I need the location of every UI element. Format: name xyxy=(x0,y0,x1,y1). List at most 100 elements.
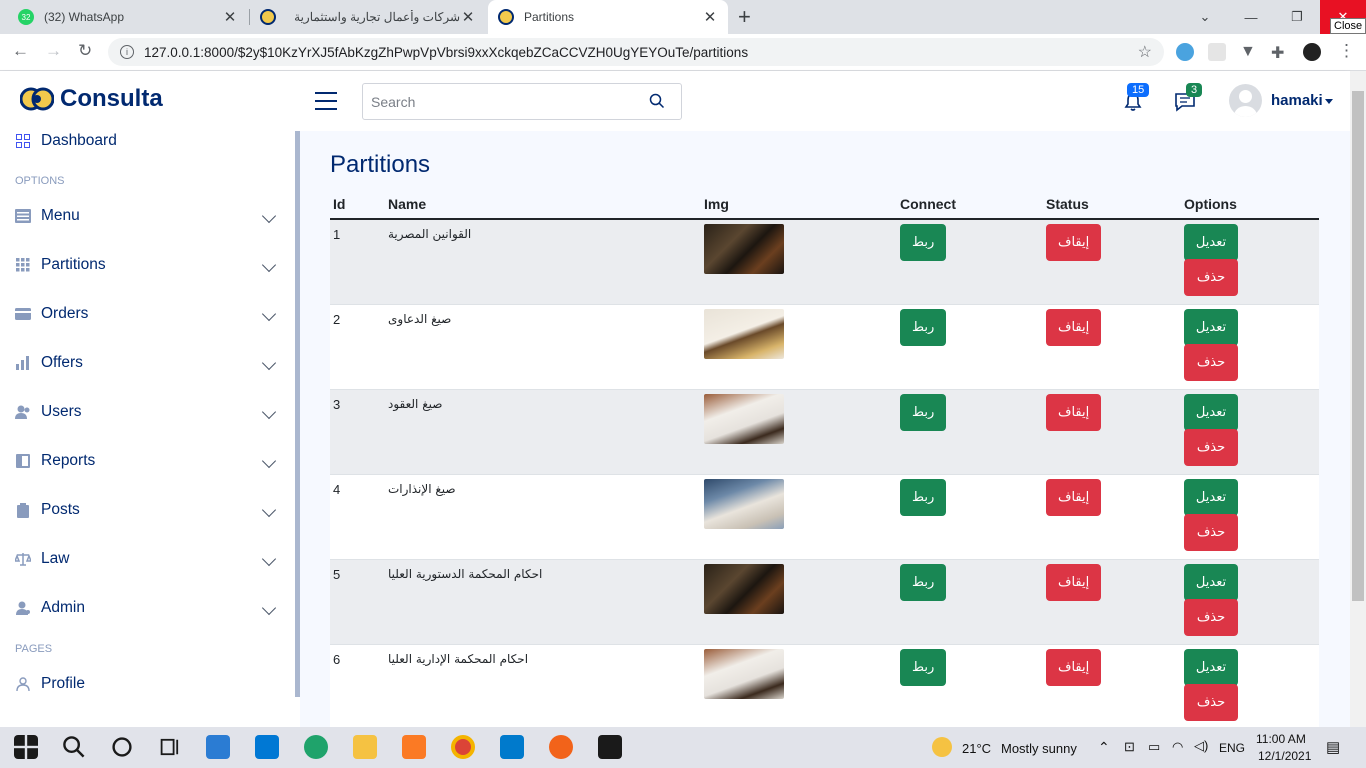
search-input[interactable] xyxy=(371,93,641,110)
app-header: Consulta 15 3 hamaki xyxy=(0,71,1350,131)
sidebar-item-users[interactable]: Users xyxy=(0,394,295,430)
sidebar-item-law[interactable]: Law xyxy=(0,541,295,577)
sidebar-item-offers[interactable]: Offers xyxy=(0,345,295,381)
edge-icon[interactable] xyxy=(304,735,328,759)
info-icon[interactable]: i xyxy=(120,45,134,59)
edit-button[interactable]: تعديل xyxy=(1184,648,1238,686)
search-icon[interactable] xyxy=(649,93,665,109)
xampp-icon[interactable] xyxy=(402,735,426,759)
reload-icon[interactable]: ↻ xyxy=(78,41,92,61)
cortana-icon[interactable] xyxy=(110,735,134,759)
sidebar-item-menu[interactable]: Menu xyxy=(0,198,295,234)
wifi-icon[interactable]: ◠ xyxy=(1172,739,1183,755)
clock-time[interactable]: 11:00 AM xyxy=(1256,732,1306,746)
cloud-extension-icon[interactable] xyxy=(1176,43,1194,61)
weather-temperature[interactable]: 21°C xyxy=(962,741,991,756)
task-view-icon[interactable] xyxy=(158,735,182,759)
stop-button[interactable]: إيقاف xyxy=(1046,308,1102,346)
file-explorer-icon[interactable] xyxy=(353,735,377,759)
delete-button[interactable]: حذف xyxy=(1184,428,1238,466)
store-icon[interactable] xyxy=(206,735,230,759)
delete-button[interactable]: حذف xyxy=(1184,513,1238,551)
terminal-icon[interactable] xyxy=(598,735,622,759)
sidebar-item-label: Profile xyxy=(41,675,85,692)
mail-icon[interactable] xyxy=(255,735,279,759)
tab-title: شركات وأعمال تجارية واستثمارية xyxy=(294,10,460,24)
connect-button[interactable]: ربط xyxy=(900,478,947,516)
caret-down-icon[interactable] xyxy=(1325,99,1333,104)
sidebar-item-admin[interactable]: Admin xyxy=(0,590,295,626)
vue-extension-icon[interactable]: ▼ xyxy=(1240,43,1258,61)
vscode-icon[interactable] xyxy=(500,735,524,759)
stop-button[interactable]: إيقاف xyxy=(1046,563,1102,601)
edit-button[interactable]: تعديل xyxy=(1184,563,1238,601)
connect-button[interactable]: ربط xyxy=(900,308,947,346)
connect-button[interactable]: ربط xyxy=(900,563,947,601)
sidebar-item-orders[interactable]: Orders xyxy=(0,296,295,332)
weather-sun-icon[interactable] xyxy=(932,737,952,757)
minimize-icon[interactable]: — xyxy=(1228,0,1274,34)
cell-img xyxy=(701,644,897,727)
network-icon[interactable]: ⊡ xyxy=(1124,739,1135,755)
hamburger-menu-icon[interactable] xyxy=(315,92,337,110)
sidebar-item-label: Orders xyxy=(41,305,89,322)
sidebar-item-profile[interactable]: Profile xyxy=(0,666,295,702)
chrome-icon[interactable] xyxy=(451,735,475,759)
partition-image xyxy=(704,648,784,699)
bookmark-star-icon[interactable]: ☆ xyxy=(1138,42,1152,62)
delete-button[interactable]: حذف xyxy=(1184,343,1238,381)
notification-center-icon[interactable]: ▤ xyxy=(1326,738,1340,756)
sidebar-item-dashboard[interactable]: Dashboard xyxy=(0,131,295,159)
sidebar-item-label: Reports xyxy=(41,452,96,469)
clock-date[interactable]: 12/1/2021 xyxy=(1258,749,1311,763)
tab-search-icon[interactable]: ⌄ xyxy=(1182,0,1228,34)
stop-button[interactable]: إيقاف xyxy=(1046,648,1102,686)
cell-id: 4 xyxy=(330,474,385,560)
connect-button[interactable]: ربط xyxy=(900,224,947,261)
stop-button[interactable]: إيقاف xyxy=(1046,478,1102,516)
edit-button[interactable]: تعديل xyxy=(1184,478,1238,516)
sidebar-item-posts[interactable]: Posts xyxy=(0,492,295,528)
battery-icon[interactable]: ▭ xyxy=(1148,739,1160,755)
extension-icon[interactable] xyxy=(1208,43,1226,61)
user-avatar[interactable] xyxy=(1229,84,1262,117)
connect-button[interactable]: ربط xyxy=(900,393,947,431)
windows-start-icon[interactable] xyxy=(14,735,38,759)
sidebar-item-partitions[interactable]: Partitions xyxy=(0,247,295,283)
stop-button[interactable]: إيقاف xyxy=(1046,224,1102,261)
back-icon[interactable]: ← xyxy=(12,41,29,61)
tray-chevron-up-icon[interactable]: ⌃ xyxy=(1098,739,1110,756)
delete-button[interactable]: حذف xyxy=(1184,598,1238,636)
new-tab-icon[interactable]: + xyxy=(738,4,751,30)
postman-icon[interactable] xyxy=(549,735,573,759)
search-icon[interactable] xyxy=(62,735,86,759)
sidebar-item-reports[interactable]: Reports xyxy=(0,443,295,479)
edit-button[interactable]: تعديل xyxy=(1184,393,1238,431)
close-tab-icon[interactable]: ✕ xyxy=(460,8,476,26)
forward-icon[interactable]: → xyxy=(45,41,62,61)
tab-companies[interactable]: شركات وأعمال تجارية واستثمارية ✕ xyxy=(250,0,486,34)
volume-icon[interactable]: ◁) xyxy=(1194,738,1208,754)
puzzle-extensions-icon[interactable]: ✚ xyxy=(1271,43,1289,62)
language-indicator[interactable]: ENG xyxy=(1219,741,1245,755)
restore-icon[interactable]: ❐ xyxy=(1274,0,1320,34)
close-tab-icon[interactable]: ✕ xyxy=(702,8,718,26)
connect-button[interactable]: ربط xyxy=(900,648,947,686)
chrome-menu-icon[interactable]: ⋮ xyxy=(1338,41,1355,61)
edit-button[interactable]: تعديل xyxy=(1184,224,1238,261)
sidebar-item-label: Posts xyxy=(41,501,80,518)
scrollbar-thumb[interactable] xyxy=(1352,91,1364,601)
page-scrollbar[interactable] xyxy=(1350,71,1366,727)
stop-button[interactable]: إيقاف xyxy=(1046,393,1102,431)
edit-button[interactable]: تعديل xyxy=(1184,308,1238,346)
profile-avatar-icon[interactable] xyxy=(1303,43,1321,61)
delete-button[interactable]: حذف xyxy=(1184,683,1238,721)
tab-partitions[interactable]: Partitions ✕ xyxy=(488,0,728,34)
logo[interactable]: Consulta xyxy=(20,85,163,113)
tab-whatsapp[interactable]: 32 (32) WhatsApp ✕ xyxy=(8,0,248,34)
url-bar[interactable]: i 127.0.0.1:8000/$2y$10KzYrXJ5fAbKzgZhPw… xyxy=(108,38,1164,66)
weather-description[interactable]: Mostly sunny xyxy=(1001,741,1077,756)
delete-button[interactable]: حذف xyxy=(1184,259,1238,296)
close-tab-icon[interactable]: ✕ xyxy=(222,8,238,26)
username-dropdown[interactable]: hamaki xyxy=(1271,92,1323,109)
